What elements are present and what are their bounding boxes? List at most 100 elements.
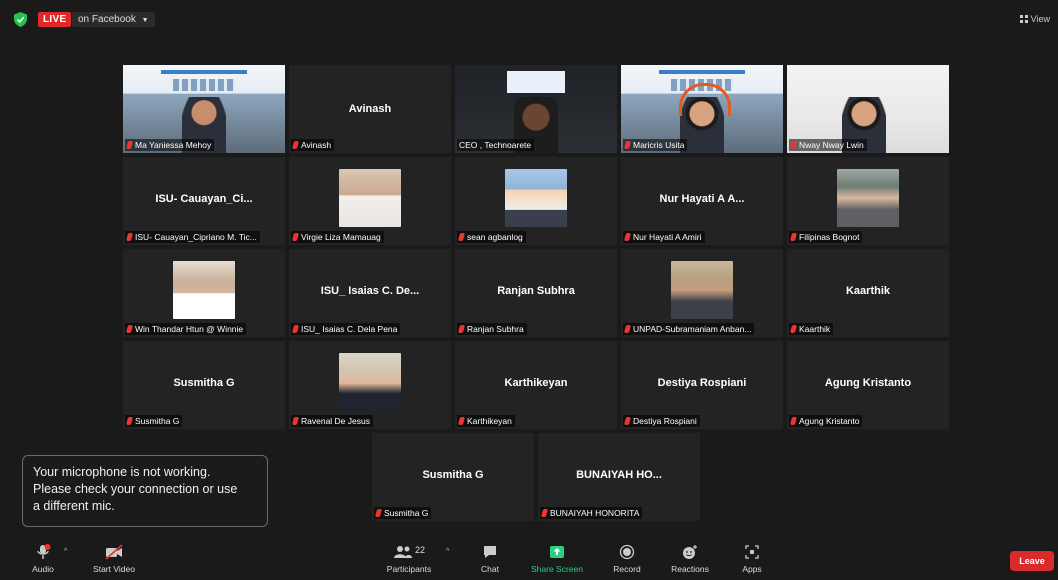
toast-line: Your microphone is not working.	[33, 465, 211, 479]
participant-name-label: Kaarthik	[789, 323, 834, 335]
audio-button[interactable]: Audio	[28, 544, 58, 574]
muted-mic-icon	[457, 325, 466, 333]
participant-tile[interactable]: Ma Yaniessa Mehoy	[123, 65, 285, 153]
microphone-warning-toast: Your microphone is not working. Please c…	[22, 455, 268, 527]
chat-button[interactable]: Chat	[476, 544, 504, 574]
participant-tile[interactable]: Nur Hayati A A... Nur Hayati A Amiri	[621, 157, 783, 245]
participants-icon: 22	[389, 544, 429, 560]
live-badge[interactable]: LIVE	[38, 12, 72, 27]
participant-name-label: Filipinas Bognot	[789, 231, 863, 243]
gallery-grid-icon	[1019, 15, 1028, 23]
participant-name-label: ISU_ Isaias C. Dela Pena	[291, 323, 401, 335]
chat-label: Chat	[481, 564, 499, 574]
leave-button[interactable]: Leave	[1010, 551, 1054, 571]
participant-display-name: Nur Hayati A A...	[659, 193, 745, 205]
participant-tile[interactable]: ISU_ Isaias C. De... ISU_ Isaias C. Dela…	[289, 249, 451, 337]
start-video-label: Start Video	[93, 564, 135, 574]
profile-photo	[671, 261, 733, 319]
active-speaker-tile[interactable]: CEO , Technoarete	[455, 65, 617, 153]
participant-name-label: UNPAD-Subramaniam Anban...	[623, 323, 755, 335]
muted-mic-icon	[125, 233, 134, 241]
participant-display-name: Susmitha G	[422, 469, 484, 481]
participant-display-name: Susmitha G	[173, 377, 235, 389]
participants-label: Participants	[386, 564, 432, 574]
muted-mic-icon	[623, 233, 632, 241]
share-screen-button[interactable]: Share Screen	[528, 544, 586, 574]
meeting-toolbar: Audio ^ Start Video 22 Participants ^ Ch…	[0, 538, 1058, 580]
participant-tile[interactable]: Virgie Liza Mamauag	[289, 157, 451, 245]
profile-photo	[339, 169, 401, 227]
muted-mic-icon	[540, 509, 549, 517]
participant-tile[interactable]: Karthikeyan Karthikeyan	[455, 341, 617, 429]
reactions-smiley-icon	[683, 545, 697, 559]
participant-name-label: Karthikeyan	[457, 415, 515, 427]
participant-name-label: BUNAIYAH HONORITA	[540, 507, 643, 519]
participant-display-name: Destiya Rospiani	[657, 377, 747, 389]
muted-mic-icon	[291, 325, 300, 333]
participant-display-name: Ranjan Subhra	[497, 285, 575, 297]
muted-mic-icon	[291, 141, 300, 149]
muted-mic-icon	[623, 141, 632, 149]
record-button[interactable]: Record	[610, 544, 644, 574]
participant-tile[interactable]: BUNAIYAH HO... BUNAIYAH HONORITA	[538, 433, 700, 521]
audio-options-caret-icon[interactable]: ^	[64, 548, 67, 555]
participant-name-label: Win Thandar Htun @ Winnie	[125, 323, 247, 335]
muted-mic-icon	[374, 509, 383, 517]
apps-button[interactable]: Apps	[738, 544, 766, 574]
start-video-button[interactable]: Start Video	[88, 544, 140, 574]
participant-tile[interactable]: Agung Kristanto Agung Kristanto	[787, 341, 949, 429]
participant-tile[interactable]: Susmitha G Susmitha G	[372, 433, 534, 521]
muted-mic-icon	[125, 325, 134, 333]
participants-options-caret-icon[interactable]: ^	[446, 548, 449, 555]
participant-name-label: sean agbanlog	[457, 231, 526, 243]
participant-name-label: Nway Nway Lwin	[789, 139, 867, 151]
participants-button[interactable]: 22 Participants	[382, 544, 436, 574]
participant-tile[interactable]: Ranjan Subhra Ranjan Subhra	[455, 249, 617, 337]
participant-tile[interactable]: sean agbanlog	[455, 157, 617, 245]
participant-name-label: Ranjan Subhra	[457, 323, 527, 335]
participant-name-label: ISU- Cauayan_Cipriano M. Tic...	[125, 231, 260, 243]
participant-tile[interactable]: Destiya Rospiani Destiya Rospiani	[621, 341, 783, 429]
muted-mic-icon	[457, 417, 466, 425]
muted-mic-icon	[789, 141, 798, 149]
microphone-icon	[37, 544, 51, 559]
conference-screen	[507, 71, 565, 93]
participant-tile[interactable]: ISU- Cauayan_Ci... ISU- Cauayan_Cipriano…	[123, 157, 285, 245]
share-screen-label: Share Screen	[531, 564, 583, 574]
participant-name-label: CEO , Technoarete	[457, 139, 535, 151]
participant-tile[interactable]: Susmitha G Susmitha G	[123, 341, 285, 429]
participant-name-label: Maricris Usita	[623, 139, 688, 151]
participant-tile[interactable]: Kaarthik Kaarthik	[787, 249, 949, 337]
participant-tile[interactable]: Nway Nway Lwin	[787, 65, 949, 153]
participant-tile[interactable]: Ravenal De Jesus	[289, 341, 451, 429]
participant-display-name: Karthikeyan	[504, 377, 568, 389]
security-shield-icon[interactable]	[14, 12, 27, 27]
view-button[interactable]: View	[1019, 14, 1050, 24]
participant-display-name: Avinash	[348, 103, 392, 115]
live-destination-menu[interactable]: on Facebook ▼	[72, 12, 155, 27]
apps-icon	[745, 545, 759, 559]
participant-name-label: Susmitha G	[374, 507, 432, 519]
muted-mic-icon	[125, 141, 134, 149]
participant-name-label: Avinash	[291, 139, 335, 151]
record-label: Record	[613, 564, 641, 574]
muted-mic-icon	[457, 233, 466, 241]
participant-display-name: ISU- Cauayan_Ci...	[155, 193, 253, 205]
participant-name-label: Ravenal De Jesus	[291, 415, 373, 427]
chat-icon	[484, 546, 496, 558]
conference-banner	[123, 67, 285, 97]
participant-name-label: Virgie Liza Mamauag	[291, 231, 384, 243]
participant-tile[interactable]: UNPAD-Subramaniam Anban...	[621, 249, 783, 337]
participant-tile[interactable]: Filipinas Bognot	[787, 157, 949, 245]
participant-name-label: Nur Hayati A Amiri	[623, 231, 705, 243]
muted-mic-icon	[623, 417, 632, 425]
participant-tile[interactable]: Win Thandar Htun @ Winnie	[123, 249, 285, 337]
profile-photo	[339, 353, 401, 411]
muted-mic-icon	[125, 417, 134, 425]
participant-name-label: Agung Kristanto	[789, 415, 863, 427]
participant-tile[interactable]: Maricris Usita	[621, 65, 783, 153]
top-bar: LIVE on Facebook ▼ View	[0, 0, 1058, 40]
muted-mic-icon	[623, 325, 632, 333]
reactions-button[interactable]: Reactions	[668, 544, 712, 574]
participant-tile[interactable]: Avinash Avinash	[289, 65, 451, 153]
